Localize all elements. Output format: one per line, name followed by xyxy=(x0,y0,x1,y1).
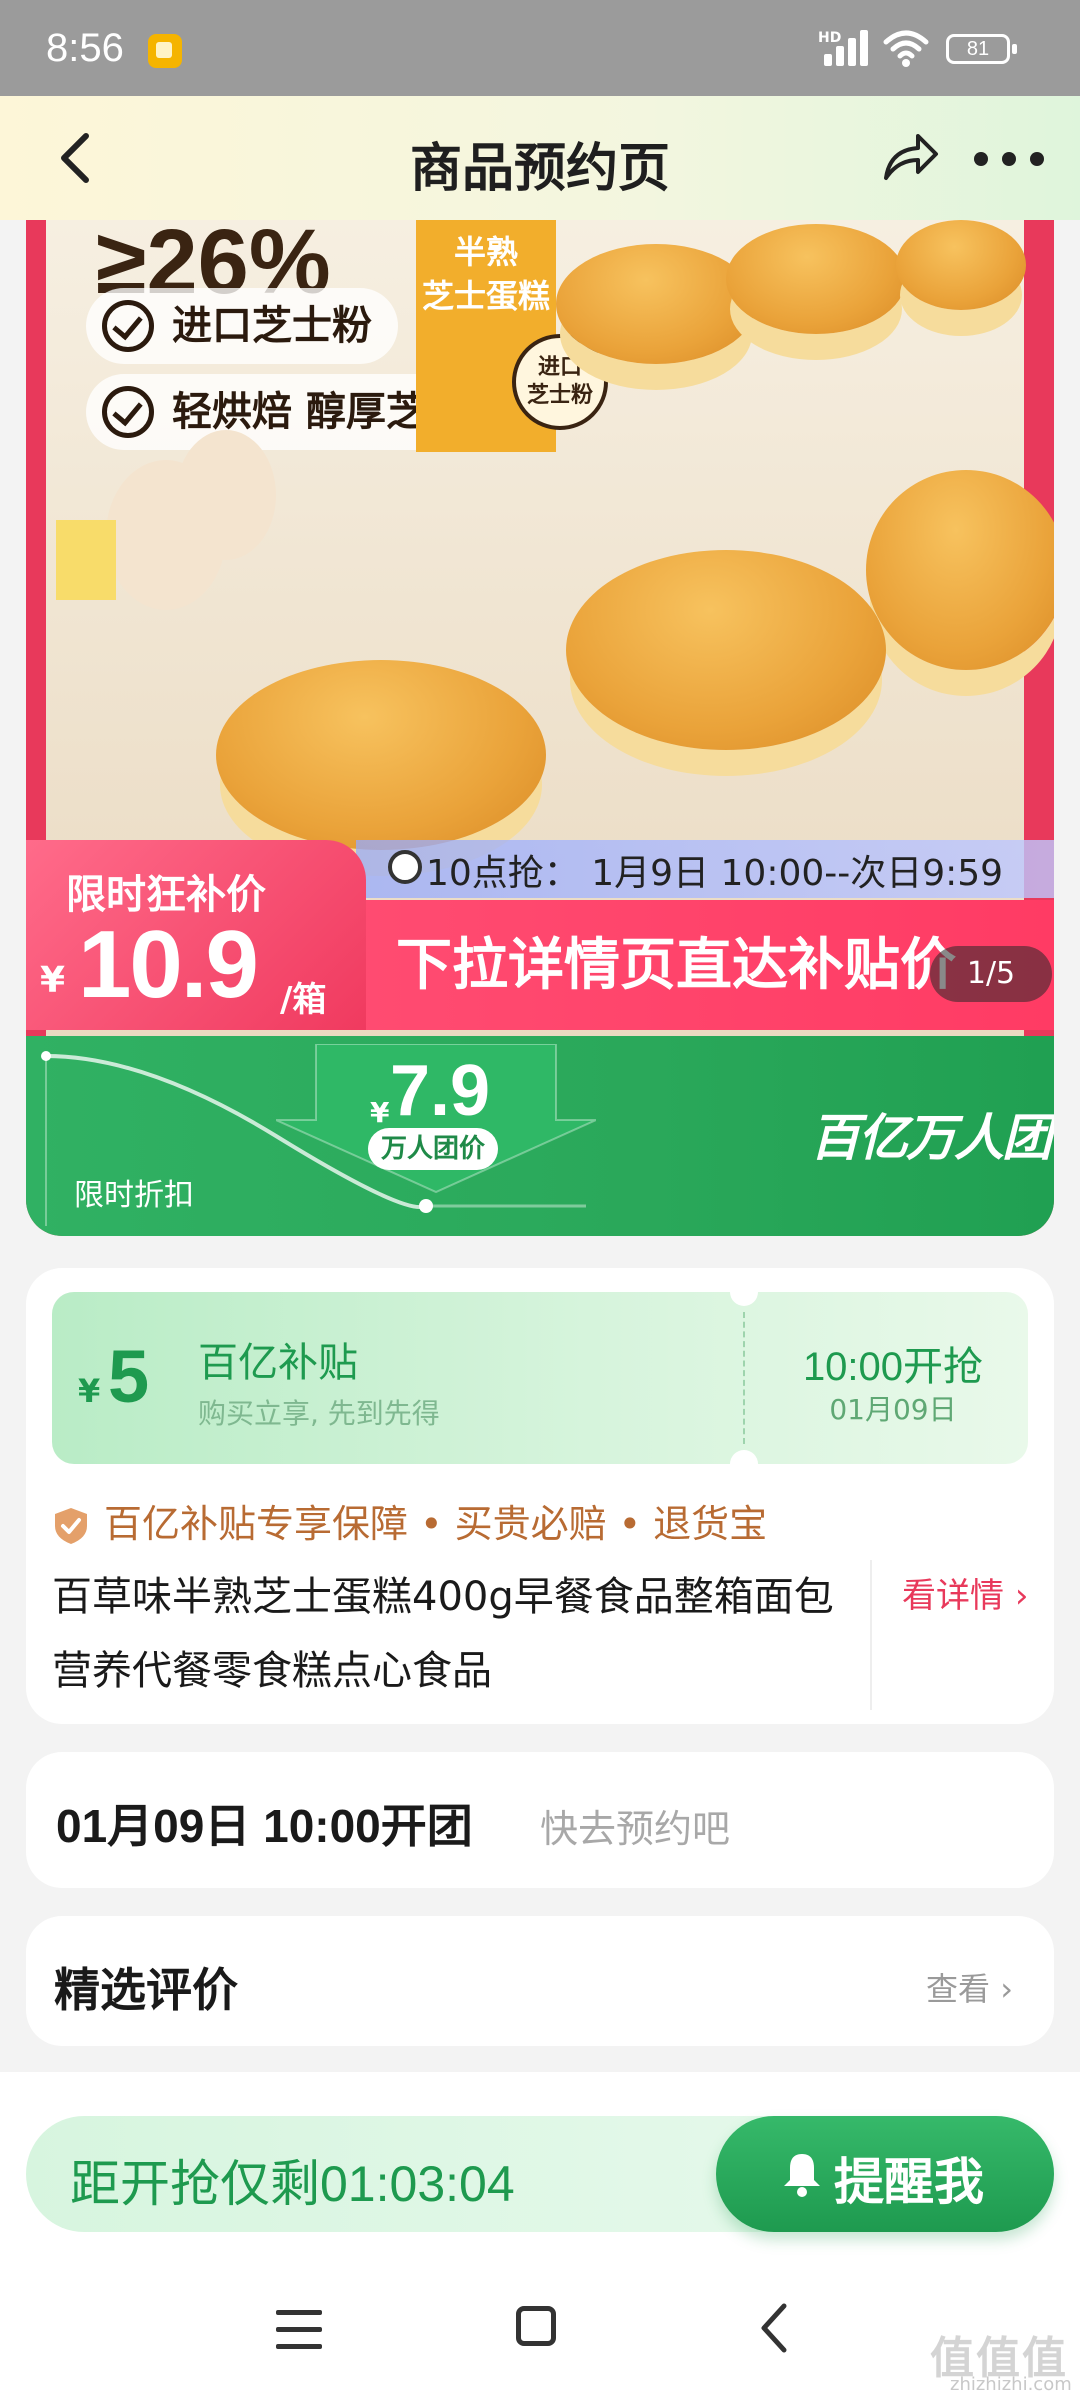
price-unit: /箱 xyxy=(280,980,327,1020)
flash-time-text: 10点抢： 1月9日 10:00--次日9:59 xyxy=(426,853,1004,894)
cake-image xyxy=(896,220,1026,310)
status-time: 8:56 xyxy=(46,26,124,70)
product-banner[interactable]: ≥26% 进口芝士粉 轻烘焙 醇厚芝香 半熟 芝士蛋糕 进口 芝士粉 10点抢：… xyxy=(26,220,1054,1236)
coupon-subtitle: 购买立享, 先到先得 xyxy=(198,1397,440,1430)
chevron-right-icon: › xyxy=(1014,1576,1029,1616)
status-bar: 8:56 HD 81 xyxy=(0,0,1080,96)
coupon-value: 5 xyxy=(108,1335,150,1418)
discount-label: 限时折扣 xyxy=(74,1178,194,1213)
shield-check-icon xyxy=(55,1508,87,1544)
price-currency: ¥ xyxy=(40,960,66,1001)
share-icon[interactable] xyxy=(880,126,940,186)
view-details-link[interactable]: 看详情 › xyxy=(902,1568,1028,1617)
chevron-right-icon: › xyxy=(1000,1970,1013,2008)
remind-me-label: 提醒我 xyxy=(834,2153,984,2211)
system-nav-bar xyxy=(0,2262,1080,2400)
battery-icon: 81 xyxy=(946,34,1017,64)
cake-image xyxy=(726,224,906,334)
guarantee-line[interactable]: 百亿补贴专享保障 • 买贵必赔 • 退货宝 xyxy=(52,1500,767,1548)
countdown-text: 距开抢仅剩01:03:04 xyxy=(70,2156,515,2212)
cake-image xyxy=(556,244,756,364)
bell-icon xyxy=(784,2154,820,2197)
feature-tag: 进口芝士粉 xyxy=(86,288,398,364)
coupon-currency: ¥ xyxy=(78,1372,101,1410)
cake-image xyxy=(866,470,1054,670)
group-price-value: 7.9 xyxy=(390,1051,491,1131)
alarm-clock-icon xyxy=(388,850,422,884)
egg-image xyxy=(176,430,276,560)
view-reviews-link[interactable]: 查看 › xyxy=(926,1964,1013,2010)
battery-level: 81 xyxy=(966,38,990,60)
notification-app-icon xyxy=(148,34,182,68)
wifi-icon xyxy=(883,30,929,67)
check-icon xyxy=(102,300,154,352)
group-open-card: 01月09日 10:00开团 快去预约吧 xyxy=(26,1752,1054,1888)
coupon-date: 01月09日 xyxy=(829,1393,957,1426)
watermark-url: zhizhizhi.com xyxy=(950,2374,1072,2395)
home-button[interactable] xyxy=(516,2306,556,2346)
cheese-image xyxy=(56,520,116,600)
product-title: 百草味半熟芝士蛋糕400g早餐食品整箱面包营养代餐零食糕点心食品 xyxy=(52,1574,834,1694)
group-price-currency: ¥ xyxy=(370,1096,390,1129)
reviews-title: 精选评价 xyxy=(54,1963,238,2017)
coupon-start-time: 10:00开抢 xyxy=(802,1345,984,1389)
coupon-title: 百亿补贴 xyxy=(198,1340,358,1386)
signal-icon xyxy=(824,30,874,66)
remind-me-button[interactable]: 提醒我 xyxy=(716,2116,1054,2232)
cake-image xyxy=(216,660,546,850)
recent-apps-button[interactable] xyxy=(276,2308,322,2352)
check-icon xyxy=(102,386,154,438)
image-pager-indicator: 1/5 xyxy=(930,946,1052,1002)
more-options-icon[interactable] xyxy=(970,132,1050,182)
brand-logo: 百亿万人团 xyxy=(810,1109,1052,1167)
group-price-tag: 万人团价 xyxy=(368,1128,498,1170)
cake-image xyxy=(566,550,886,750)
bottom-action-bar: 距开抢仅剩01:03:04 提醒我 xyxy=(0,2072,1080,2262)
limited-price-value: 10.9 xyxy=(78,911,259,1018)
group-open-time: 01月09日 10:00开团 xyxy=(56,1800,473,1852)
coupon-card: ¥ 5 百亿补贴 购买立享, 先到先得 10:00开抢 01月09日 百亿补贴专… xyxy=(26,1268,1054,1724)
system-back-icon[interactable] xyxy=(756,2302,792,2354)
countdown-pill: 距开抢仅剩01:03:04 提醒我 xyxy=(26,2116,1054,2232)
page-header: 商品预约页 xyxy=(0,96,1080,220)
reviews-card[interactable]: 精选评价 查看 › xyxy=(26,1916,1054,2046)
reserve-hint: 快去预约吧 xyxy=(540,1807,731,1851)
slogan-text: 下拉详情页直达补贴价 xyxy=(396,933,956,998)
guarantee-text: 百亿补贴专享保障 • 买贵必赔 • 退货宝 xyxy=(104,1502,768,1546)
subsidy-coupon[interactable]: ¥ 5 百亿补贴 购买立享, 先到先得 10:00开抢 01月09日 xyxy=(52,1292,1028,1464)
